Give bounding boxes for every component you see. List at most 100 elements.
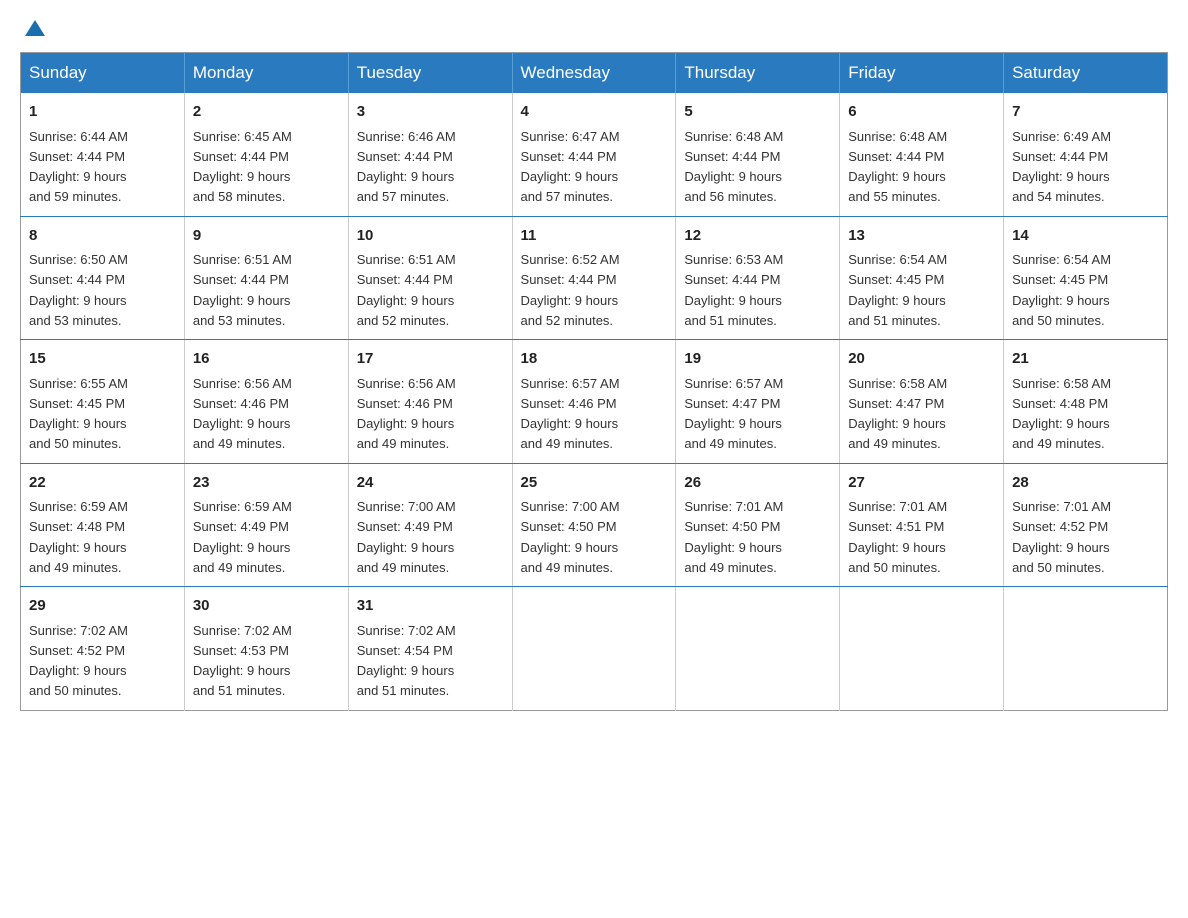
- day-info: Sunrise: 6:51 AM Sunset: 4:44 PM Dayligh…: [193, 252, 292, 328]
- day-info: Sunrise: 7:01 AM Sunset: 4:50 PM Dayligh…: [684, 499, 783, 575]
- calendar-week-row: 15 Sunrise: 6:55 AM Sunset: 4:45 PM Dayl…: [21, 340, 1168, 464]
- calendar-cell: [512, 587, 676, 711]
- calendar-cell: 16 Sunrise: 6:56 AM Sunset: 4:46 PM Dayl…: [184, 340, 348, 464]
- day-number: 11: [521, 225, 668, 248]
- day-info: Sunrise: 6:49 AM Sunset: 4:44 PM Dayligh…: [1012, 129, 1111, 205]
- day-info: Sunrise: 6:50 AM Sunset: 4:44 PM Dayligh…: [29, 252, 128, 328]
- logo-icon: [20, 20, 48, 32]
- day-info: Sunrise: 6:57 AM Sunset: 4:47 PM Dayligh…: [684, 376, 783, 452]
- day-number: 27: [848, 472, 995, 495]
- day-info: Sunrise: 6:44 AM Sunset: 4:44 PM Dayligh…: [29, 129, 128, 205]
- calendar-week-row: 29 Sunrise: 7:02 AM Sunset: 4:52 PM Dayl…: [21, 587, 1168, 711]
- day-number: 16: [193, 348, 340, 371]
- day-number: 15: [29, 348, 176, 371]
- calendar-header-row: SundayMondayTuesdayWednesdayThursdayFrid…: [21, 53, 1168, 94]
- day-info: Sunrise: 6:46 AM Sunset: 4:44 PM Dayligh…: [357, 129, 456, 205]
- day-number: 3: [357, 101, 504, 124]
- calendar-cell: 26 Sunrise: 7:01 AM Sunset: 4:50 PM Dayl…: [676, 463, 840, 587]
- day-info: Sunrise: 6:45 AM Sunset: 4:44 PM Dayligh…: [193, 129, 292, 205]
- calendar-cell: 3 Sunrise: 6:46 AM Sunset: 4:44 PM Dayli…: [348, 93, 512, 216]
- day-number: 2: [193, 101, 340, 124]
- day-number: 28: [1012, 472, 1159, 495]
- day-number: 31: [357, 595, 504, 618]
- day-info: Sunrise: 6:59 AM Sunset: 4:49 PM Dayligh…: [193, 499, 292, 575]
- day-number: 24: [357, 472, 504, 495]
- day-info: Sunrise: 6:51 AM Sunset: 4:44 PM Dayligh…: [357, 252, 456, 328]
- calendar-week-row: 1 Sunrise: 6:44 AM Sunset: 4:44 PM Dayli…: [21, 93, 1168, 216]
- calendar-cell: 20 Sunrise: 6:58 AM Sunset: 4:47 PM Dayl…: [840, 340, 1004, 464]
- calendar-week-row: 8 Sunrise: 6:50 AM Sunset: 4:44 PM Dayli…: [21, 216, 1168, 340]
- calendar-cell: 8 Sunrise: 6:50 AM Sunset: 4:44 PM Dayli…: [21, 216, 185, 340]
- day-number: 14: [1012, 225, 1159, 248]
- calendar-cell: 14 Sunrise: 6:54 AM Sunset: 4:45 PM Dayl…: [1004, 216, 1168, 340]
- day-info: Sunrise: 6:48 AM Sunset: 4:44 PM Dayligh…: [684, 129, 783, 205]
- day-info: Sunrise: 7:02 AM Sunset: 4:53 PM Dayligh…: [193, 623, 292, 699]
- day-number: 7: [1012, 101, 1159, 124]
- day-header-tuesday: Tuesday: [348, 53, 512, 94]
- day-number: 21: [1012, 348, 1159, 371]
- day-info: Sunrise: 6:57 AM Sunset: 4:46 PM Dayligh…: [521, 376, 620, 452]
- day-number: 13: [848, 225, 995, 248]
- calendar-cell: 5 Sunrise: 6:48 AM Sunset: 4:44 PM Dayli…: [676, 93, 840, 216]
- calendar-cell: 25 Sunrise: 7:00 AM Sunset: 4:50 PM Dayl…: [512, 463, 676, 587]
- calendar-cell: 4 Sunrise: 6:47 AM Sunset: 4:44 PM Dayli…: [512, 93, 676, 216]
- day-number: 12: [684, 225, 831, 248]
- day-info: Sunrise: 6:52 AM Sunset: 4:44 PM Dayligh…: [521, 252, 620, 328]
- day-info: Sunrise: 6:58 AM Sunset: 4:47 PM Dayligh…: [848, 376, 947, 452]
- calendar-cell: 29 Sunrise: 7:02 AM Sunset: 4:52 PM Dayl…: [21, 587, 185, 711]
- day-info: Sunrise: 6:54 AM Sunset: 4:45 PM Dayligh…: [1012, 252, 1111, 328]
- day-number: 4: [521, 101, 668, 124]
- day-info: Sunrise: 6:53 AM Sunset: 4:44 PM Dayligh…: [684, 252, 783, 328]
- calendar-cell: 17 Sunrise: 6:56 AM Sunset: 4:46 PM Dayl…: [348, 340, 512, 464]
- calendar-cell: [840, 587, 1004, 711]
- day-number: 9: [193, 225, 340, 248]
- day-header-monday: Monday: [184, 53, 348, 94]
- calendar-cell: 23 Sunrise: 6:59 AM Sunset: 4:49 PM Dayl…: [184, 463, 348, 587]
- day-number: 22: [29, 472, 176, 495]
- calendar-cell: 22 Sunrise: 6:59 AM Sunset: 4:48 PM Dayl…: [21, 463, 185, 587]
- calendar-cell: 10 Sunrise: 6:51 AM Sunset: 4:44 PM Dayl…: [348, 216, 512, 340]
- calendar-cell: 11 Sunrise: 6:52 AM Sunset: 4:44 PM Dayl…: [512, 216, 676, 340]
- day-info: Sunrise: 7:00 AM Sunset: 4:49 PM Dayligh…: [357, 499, 456, 575]
- day-number: 25: [521, 472, 668, 495]
- logo: [20, 20, 48, 32]
- calendar-cell: 18 Sunrise: 6:57 AM Sunset: 4:46 PM Dayl…: [512, 340, 676, 464]
- calendar-table: SundayMondayTuesdayWednesdayThursdayFrid…: [20, 52, 1168, 711]
- day-number: 1: [29, 101, 176, 124]
- calendar-cell: 7 Sunrise: 6:49 AM Sunset: 4:44 PM Dayli…: [1004, 93, 1168, 216]
- day-number: 10: [357, 225, 504, 248]
- day-header-wednesday: Wednesday: [512, 53, 676, 94]
- calendar-cell: 19 Sunrise: 6:57 AM Sunset: 4:47 PM Dayl…: [676, 340, 840, 464]
- day-info: Sunrise: 7:01 AM Sunset: 4:51 PM Dayligh…: [848, 499, 947, 575]
- calendar-cell: 30 Sunrise: 7:02 AM Sunset: 4:53 PM Dayl…: [184, 587, 348, 711]
- day-number: 19: [684, 348, 831, 371]
- calendar-cell: 31 Sunrise: 7:02 AM Sunset: 4:54 PM Dayl…: [348, 587, 512, 711]
- day-number: 30: [193, 595, 340, 618]
- day-number: 29: [29, 595, 176, 618]
- day-info: Sunrise: 6:56 AM Sunset: 4:46 PM Dayligh…: [193, 376, 292, 452]
- logo-triangle-up: [25, 20, 45, 36]
- day-number: 26: [684, 472, 831, 495]
- day-info: Sunrise: 6:59 AM Sunset: 4:48 PM Dayligh…: [29, 499, 128, 575]
- day-number: 5: [684, 101, 831, 124]
- page-header: [20, 20, 1168, 32]
- day-header-friday: Friday: [840, 53, 1004, 94]
- calendar-cell: 13 Sunrise: 6:54 AM Sunset: 4:45 PM Dayl…: [840, 216, 1004, 340]
- day-info: Sunrise: 6:48 AM Sunset: 4:44 PM Dayligh…: [848, 129, 947, 205]
- day-number: 17: [357, 348, 504, 371]
- day-info: Sunrise: 6:47 AM Sunset: 4:44 PM Dayligh…: [521, 129, 620, 205]
- calendar-cell: [1004, 587, 1168, 711]
- day-info: Sunrise: 7:02 AM Sunset: 4:52 PM Dayligh…: [29, 623, 128, 699]
- day-header-thursday: Thursday: [676, 53, 840, 94]
- day-number: 8: [29, 225, 176, 248]
- day-info: Sunrise: 6:54 AM Sunset: 4:45 PM Dayligh…: [848, 252, 947, 328]
- day-number: 23: [193, 472, 340, 495]
- day-number: 20: [848, 348, 995, 371]
- calendar-cell: 12 Sunrise: 6:53 AM Sunset: 4:44 PM Dayl…: [676, 216, 840, 340]
- day-info: Sunrise: 6:58 AM Sunset: 4:48 PM Dayligh…: [1012, 376, 1111, 452]
- calendar-cell: 1 Sunrise: 6:44 AM Sunset: 4:44 PM Dayli…: [21, 93, 185, 216]
- calendar-week-row: 22 Sunrise: 6:59 AM Sunset: 4:48 PM Dayl…: [21, 463, 1168, 587]
- day-info: Sunrise: 7:01 AM Sunset: 4:52 PM Dayligh…: [1012, 499, 1111, 575]
- day-number: 6: [848, 101, 995, 124]
- calendar-cell: 9 Sunrise: 6:51 AM Sunset: 4:44 PM Dayli…: [184, 216, 348, 340]
